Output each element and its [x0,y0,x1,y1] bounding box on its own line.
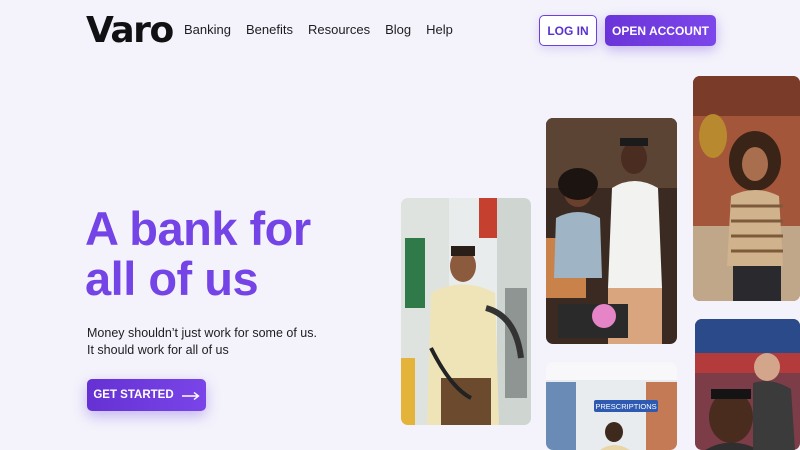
login-button[interactable]: LOG IN [539,15,597,46]
photo-barbershop [695,319,800,450]
photo-woman-produce [693,76,800,301]
main-nav: Banking Benefits Resources Blog Help [184,22,468,37]
hero-subtitle-line1: Money shouldn’t just work for some of us… [87,326,317,340]
nav-help[interactable]: Help [426,22,453,37]
arrow-right-icon [181,391,200,401]
nav-banking[interactable]: Banking [184,22,231,37]
photo-man-gas-station [401,198,531,425]
nav-benefits[interactable]: Benefits [246,22,293,37]
hero-subtitle: Money shouldn’t just work for some of us… [87,325,367,359]
grocery-sign-text: PRESCRIPTIONS [595,402,656,411]
hero-subtitle-line2: It should work for all of us [87,343,229,357]
photo-couple-market [546,118,677,344]
hero-title-line1: A bank for [85,202,311,255]
open-account-button[interactable]: OPEN ACCOUNT [605,15,716,46]
hero-title-line2: all of us [85,252,259,305]
varo-logo[interactable]: Varo [86,10,174,51]
nav-blog[interactable]: Blog [385,22,411,37]
hero-title: A bank for all of us [85,204,385,304]
nav-resources[interactable]: Resources [308,22,370,37]
get-started-label: GET STARTED [93,389,174,401]
get-started-button[interactable]: GET STARTED [87,379,206,411]
photo-grocery-aisle: PRESCRIPTIONS [546,362,677,450]
